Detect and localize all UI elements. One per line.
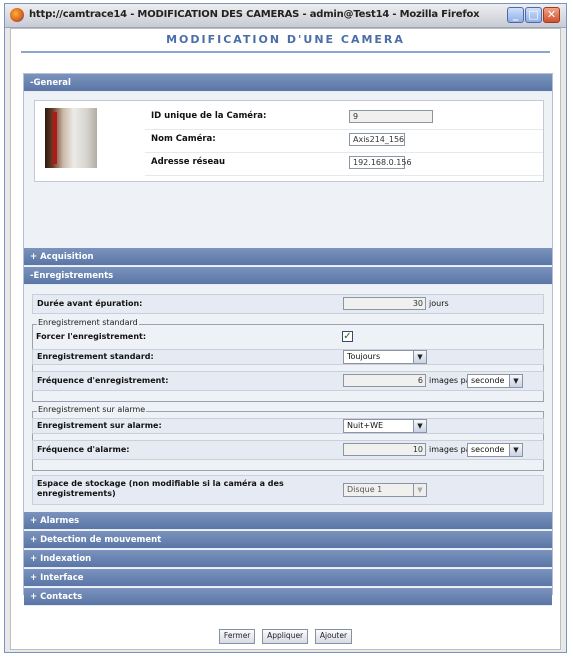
camera-id-label: ID unique de la Caméra: xyxy=(151,111,267,121)
section-alarmes-header[interactable]: + Alarmes xyxy=(24,512,552,530)
freq-standard-per-select[interactable]: seconde ▼ xyxy=(467,374,523,388)
row-freq-standard: Fréquence d'enregistrement: 6 images par… xyxy=(32,371,544,391)
freq-alarme-per-value: seconde xyxy=(471,445,505,454)
section-general-header[interactable]: -General xyxy=(24,74,552,92)
row-camera-name: Nom Caméra: Axis214_156 xyxy=(145,130,543,153)
maximize-button[interactable]: □ xyxy=(525,7,542,23)
section-interface-header[interactable]: + Interface xyxy=(24,569,552,587)
row-mode-alarme: Enregistrement sur alarme: Nuit+WE ▼ xyxy=(32,418,544,434)
ajouter-button[interactable]: Ajouter xyxy=(314,629,353,644)
alarme-legend: Enregistrement sur alarme xyxy=(37,405,147,414)
chevron-down-icon: ▼ xyxy=(509,444,522,456)
close-button[interactable]: ✕ xyxy=(543,7,560,23)
firefox-icon xyxy=(10,8,24,22)
section-acquisition-header[interactable]: + Acquisition xyxy=(24,248,552,266)
mode-alarme-value: Nuit+WE xyxy=(347,421,384,430)
page-title: MODIFICATION D'UNE CAMERA xyxy=(11,29,560,55)
duree-input[interactable]: 30 xyxy=(343,297,426,310)
mode-standard-select[interactable]: Toujours ▼ xyxy=(343,350,427,364)
freq-alarme-per-select[interactable]: seconde ▼ xyxy=(467,443,523,457)
general-section: ID unique de la Caméra: 9 Nom Caméra: Ax… xyxy=(34,100,544,182)
chevron-down-icon: ▼ xyxy=(509,375,522,387)
chevron-down-icon: ▼ xyxy=(413,484,426,496)
freq-standard-label: Fréquence d'enregistrement: xyxy=(37,376,169,385)
forcer-checkbox[interactable]: ✓ xyxy=(342,331,353,342)
network-address-input[interactable]: 192.168.0.156 xyxy=(349,156,412,169)
network-address-label: Adresse réseau xyxy=(151,157,226,167)
page-content: MODIFICATION D'UNE CAMERA -General ID un… xyxy=(10,28,561,650)
row-network-address: Adresse réseau 192.168.0.156 xyxy=(145,153,543,176)
storage-label: Espace de stockage (non modifiable si la… xyxy=(37,479,284,498)
camera-thumbnail xyxy=(45,108,97,168)
section-enregistrements-header[interactable]: -Enregistrements xyxy=(24,267,552,285)
freq-alarme-input[interactable]: 10 xyxy=(343,443,426,456)
window-title: http://camtrace14 - MODIFICATION DES CAM… xyxy=(29,9,480,20)
freq-alarme-label: Fréquence d'alarme: xyxy=(37,445,130,454)
group-enregistrement-standard: Enregistrement standard Forcer l'enregis… xyxy=(32,318,544,402)
mode-standard-label: Enregistrement standard: xyxy=(37,352,154,361)
mode-alarme-label: Enregistrement sur alarme: xyxy=(37,421,162,430)
row-camera-id: ID unique de la Caméra: 9 xyxy=(145,107,543,130)
row-freq-alarme: Fréquence d'alarme: 10 images par second… xyxy=(32,440,544,460)
mode-standard-value: Toujours xyxy=(347,352,381,361)
camera-form-panel: -General ID unique de la Caméra: 9 Nom C… xyxy=(23,73,553,606)
footer-buttons: Fermer Appliquer Ajouter xyxy=(11,629,560,644)
camera-name-input[interactable]: Axis214_156 xyxy=(349,133,405,146)
section-contacts-header[interactable]: + Contacts xyxy=(24,588,552,606)
chevron-down-icon: ▼ xyxy=(413,351,426,363)
freq-standard-input[interactable]: 6 xyxy=(343,374,426,387)
title-bar: http://camtrace14 - MODIFICATION DES CAM… xyxy=(5,4,566,28)
duree-unit: jours xyxy=(429,299,449,308)
row-forcer: Forcer l'enregistrement: ✓ xyxy=(32,330,544,346)
row-duree-epuration: Durée avant épuration: 30 jours xyxy=(32,294,544,314)
storage-select: Disque 1 ▼ xyxy=(343,483,427,497)
duree-label: Durée avant épuration: xyxy=(37,299,143,308)
browser-window: http://camtrace14 - MODIFICATION DES CAM… xyxy=(4,3,567,653)
freq-standard-per-value: seconde xyxy=(471,376,505,385)
storage-value: Disque 1 xyxy=(347,485,383,494)
row-mode-standard: Enregistrement standard: Toujours ▼ xyxy=(32,349,544,365)
camera-name-label: Nom Caméra: xyxy=(151,134,216,144)
general-table: ID unique de la Caméra: 9 Nom Caméra: Ax… xyxy=(145,107,543,176)
forcer-label: Forcer l'enregistrement: xyxy=(36,332,147,341)
minimize-button[interactable]: _ xyxy=(507,7,524,23)
row-storage: Espace de stockage (non modifiable si la… xyxy=(32,475,544,505)
chevron-down-icon: ▼ xyxy=(413,420,426,432)
section-indexation-header[interactable]: + Indexation xyxy=(24,550,552,568)
group-enregistrement-alarme: Enregistrement sur alarme Enregistrement… xyxy=(32,405,544,471)
camera-id-field: 9 xyxy=(349,110,433,123)
mode-alarme-select[interactable]: Nuit+WE ▼ xyxy=(343,419,427,433)
fermer-button[interactable]: Fermer xyxy=(218,629,256,644)
section-detection-header[interactable]: + Detection de mouvement xyxy=(24,531,552,549)
appliquer-button[interactable]: Appliquer xyxy=(262,629,309,644)
standard-legend: Enregistrement standard xyxy=(37,318,139,327)
